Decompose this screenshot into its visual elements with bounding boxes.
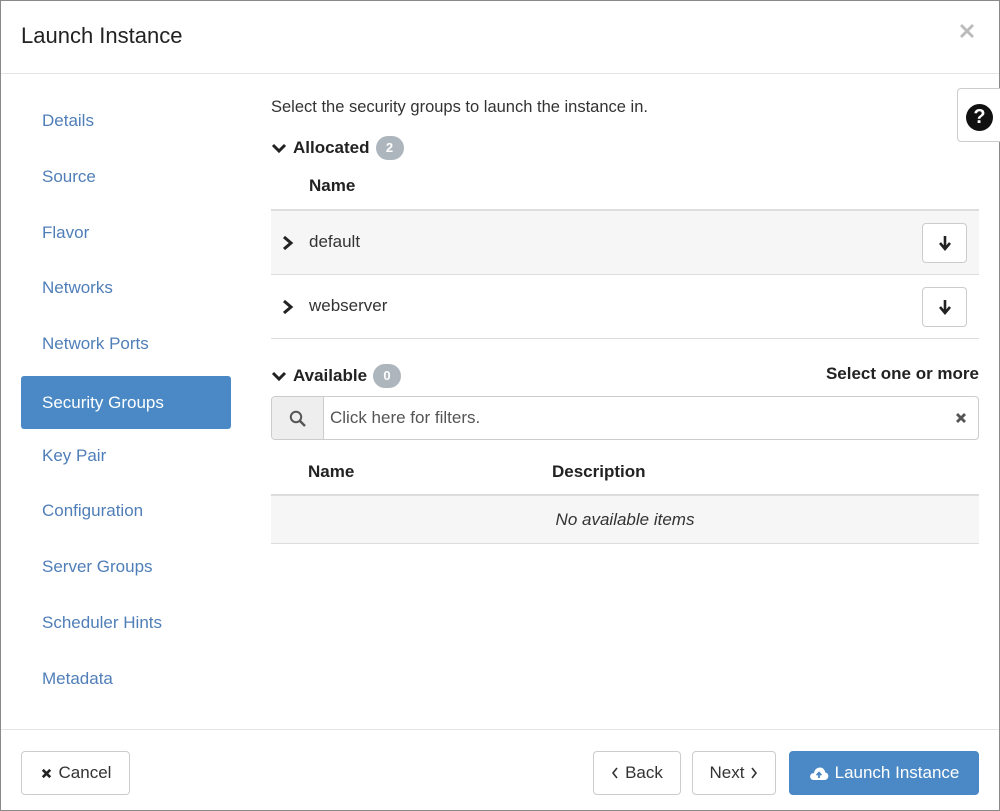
select-hint: Select one or more — [825, 364, 979, 383]
chevron-down-icon — [271, 143, 287, 154]
allocated-count-badge: 2 — [375, 136, 404, 160]
dialog-footer: Cancel Back Next Launch Instance — [1, 729, 999, 810]
sidebar-item-metadata[interactable]: Metadata — [21, 652, 231, 705]
sidebar-item-networks[interactable]: Networks — [21, 261, 231, 314]
chevron-down-icon — [271, 371, 287, 382]
available-label: Available — [293, 366, 368, 385]
sidebar-item-security-groups[interactable]: Security Groups — [21, 376, 231, 429]
sidebar-item-scheduler-hints[interactable]: Scheduler Hints — [21, 596, 231, 649]
intro-text: Select the security groups to launch the… — [271, 98, 648, 116]
sidebar-item-configuration[interactable]: Configuration — [21, 484, 231, 537]
filter-bar — [271, 396, 979, 440]
chevron-right-icon — [751, 767, 758, 779]
launch-instance-label: Launch Instance — [834, 763, 960, 782]
next-label: Next — [709, 763, 745, 782]
cloud-upload-icon — [809, 767, 828, 780]
available-section-header[interactable]: Available 0 — [271, 364, 402, 388]
launch-instance-button[interactable]: Launch Instance — [789, 751, 979, 795]
empty-table-message: No available items — [271, 496, 979, 544]
clear-filter-icon[interactable] — [954, 411, 968, 425]
allocated-section-header[interactable]: Allocated 2 — [271, 136, 404, 160]
table-row: default — [271, 211, 979, 275]
allocated-label: Allocated — [293, 138, 370, 157]
chevron-right-icon[interactable] — [281, 235, 295, 251]
sidebar-item-flavor[interactable]: Flavor — [21, 206, 231, 259]
cancel-button[interactable]: Cancel — [21, 751, 130, 795]
sidebar-item-key-pair[interactable]: Key Pair — [21, 429, 231, 482]
close-icon[interactable] — [957, 21, 977, 41]
deallocate-button[interactable] — [922, 287, 967, 327]
security-group-name: default — [309, 232, 361, 251]
dialog-title: Launch Instance — [21, 23, 183, 48]
arrow-down-icon — [939, 300, 951, 316]
sidebar-item-source[interactable]: Source — [21, 150, 231, 203]
close-icon — [41, 768, 51, 778]
back-label: Back — [625, 763, 663, 782]
search-addon — [272, 397, 324, 439]
cancel-label: Cancel — [58, 763, 112, 782]
sidebar-item-server-groups[interactable]: Server Groups — [21, 540, 231, 593]
chevron-right-icon[interactable] — [281, 299, 295, 315]
allocated-table: default webserver — [271, 209, 979, 339]
sidebar-item-details[interactable]: Details — [21, 94, 231, 147]
sidebar-item-network-ports[interactable]: Network Ports — [21, 317, 231, 370]
back-button[interactable]: Back — [593, 751, 681, 795]
next-button[interactable]: Next — [692, 751, 776, 795]
wizard-sidebar: Details Source Flavor Networks Network P… — [1, 74, 251, 729]
search-icon — [289, 410, 306, 427]
chevron-left-icon — [612, 767, 618, 779]
available-name-column-header: Name — [308, 462, 355, 481]
dialog-header: Launch Instance — [1, 1, 999, 74]
launch-instance-dialog: Launch Instance Details Source Flavor Ne… — [0, 0, 1000, 811]
allocated-name-column-header: Name — [309, 176, 356, 195]
available-count-badge: 0 — [373, 364, 402, 388]
table-row: webserver — [271, 275, 979, 339]
deallocate-button[interactable] — [922, 223, 967, 263]
arrow-down-icon — [939, 236, 951, 252]
question-circle-icon: ? — [966, 104, 993, 131]
available-table: No available items — [271, 494, 979, 544]
security-group-name: webserver — [309, 296, 388, 315]
help-button[interactable]: ? — [957, 88, 1000, 142]
search-input[interactable] — [324, 397, 944, 439]
available-description-column-header: Description — [552, 462, 646, 481]
